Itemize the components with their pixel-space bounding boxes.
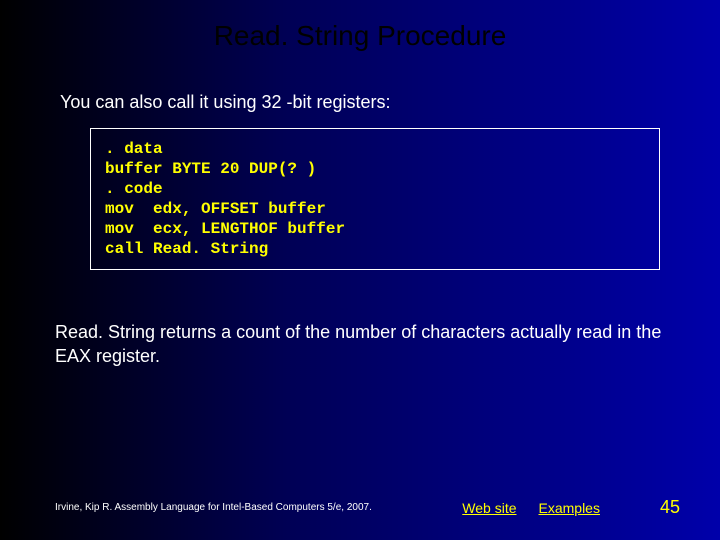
intro-text: You can also call it using 32 -bit regis…: [60, 92, 720, 113]
page-title: Read. String Procedure: [0, 0, 720, 52]
web-site-link[interactable]: Web site: [462, 500, 516, 516]
footer-links: Web site Examples: [462, 500, 600, 516]
code-block: . data buffer BYTE 20 DUP(? ) . code mov…: [90, 128, 660, 270]
footer: Irvine, Kip R. Assembly Language for Int…: [0, 497, 720, 518]
citation-text: Irvine, Kip R. Assembly Language for Int…: [55, 502, 372, 513]
explanation-text: Read. String returns a count of the numb…: [55, 320, 665, 369]
examples-link[interactable]: Examples: [539, 500, 600, 516]
page-number: 45: [660, 497, 680, 518]
